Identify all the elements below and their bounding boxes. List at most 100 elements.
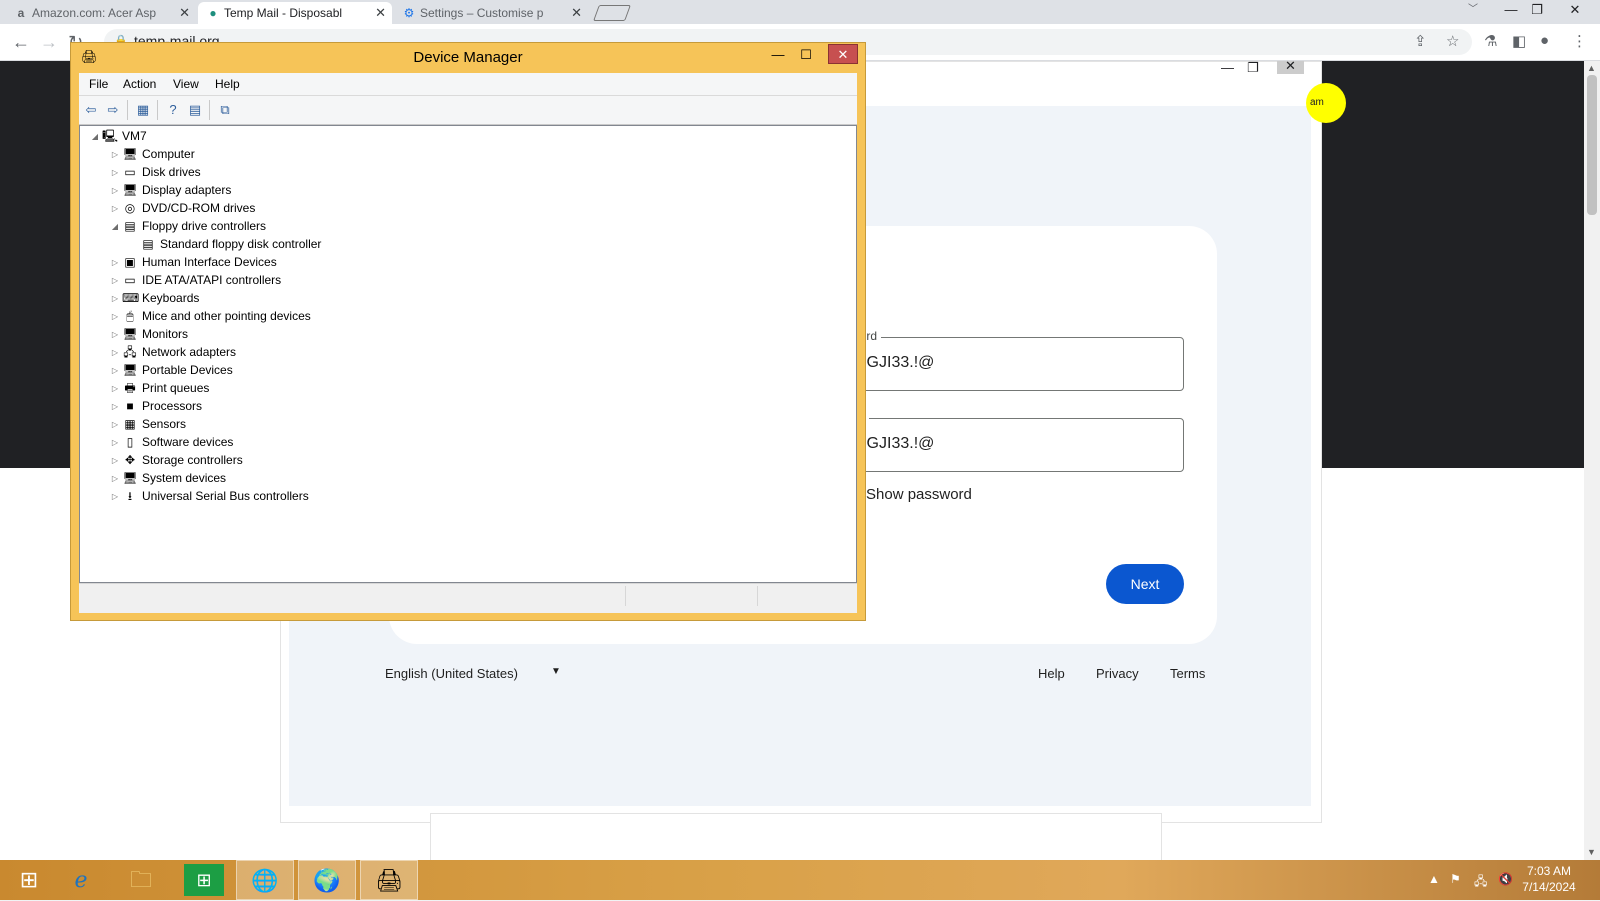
confirm-password-field[interactable]: rm RGJI33.!@ [830, 410, 1184, 472]
embedded-minimize-button[interactable]: — [1221, 61, 1234, 75]
new-tab-button[interactable] [593, 5, 631, 21]
back-arrow-icon[interactable]: ← [12, 32, 30, 52]
expand-icon[interactable]: ▷ [110, 434, 120, 451]
globe-app-icon[interactable]: 🌍 [298, 860, 356, 900]
status-bar [79, 583, 857, 608]
expand-icon[interactable]: ▷ [110, 272, 120, 289]
close-window-button[interactable]: ✕ [1562, 0, 1588, 20]
expand-icon[interactable]: ▷ [110, 398, 120, 415]
tab-title: Temp Mail - Disposabl [224, 6, 343, 20]
minimize-button[interactable]: — [765, 45, 791, 65]
bookmark-star-icon[interactable]: ☆ [1446, 32, 1459, 50]
expand-icon[interactable]: ▷ [110, 416, 120, 433]
category-icon: 🖥 [122, 471, 138, 485]
restore-button[interactable]: ❐ [1524, 0, 1550, 20]
tree-category-label: Portable Devices [142, 363, 233, 377]
category-icon: 🖥 [122, 183, 138, 197]
menu-action[interactable]: Action [123, 77, 156, 91]
password-value: RGJI33.!@ [855, 354, 935, 371]
tree-category-label: Storage controllers [142, 453, 243, 467]
scroll-up-icon[interactable]: ▲ [1587, 63, 1596, 73]
expand-icon[interactable]: ▷ [110, 146, 120, 163]
footer-help-link[interactable]: Help [1038, 666, 1065, 681]
expand-icon[interactable]: ▷ [110, 326, 120, 343]
help-icon[interactable]: ? [165, 102, 181, 118]
properties-icon[interactable]: ▤ [187, 102, 203, 118]
extensions-icon[interactable]: ⚗ [1484, 32, 1497, 50]
scan-hardware-icon[interactable]: ⧉ [217, 102, 233, 118]
expand-icon[interactable]: ▷ [110, 308, 120, 325]
action-center-flag-icon[interactable]: ⚑ [1450, 872, 1461, 886]
category-icon: ⭳ [127, 489, 133, 503]
avatar[interactable]: am [1306, 83, 1346, 123]
expand-icon[interactable]: ▷ [110, 290, 120, 307]
tab-search-icon[interactable]: ﹀ [1460, 0, 1486, 20]
tab-close-icon[interactable]: ✕ [179, 2, 190, 24]
side-panel-icon[interactable]: ◧ [1512, 32, 1526, 50]
menu-help[interactable]: Help [215, 77, 240, 91]
volume-muted-icon[interactable]: 🔇 [1498, 872, 1513, 886]
expand-icon[interactable]: ▷ [110, 488, 120, 505]
language-select[interactable]: English (United States) [385, 666, 518, 681]
tab-amazon[interactable]: a Amazon.com: Acer Asp ✕ [6, 2, 196, 24]
expand-icon[interactable]: ▷ [110, 344, 120, 361]
tree-category-label: Computer [142, 147, 195, 161]
window-title: Device Manager [413, 49, 523, 66]
tree-category-label: Monitors [142, 327, 189, 341]
start-icon[interactable]: ⊞ [0, 860, 58, 900]
share-icon[interactable]: ⇪ [1414, 32, 1427, 50]
expand-icon[interactable]: ▷ [110, 362, 120, 379]
tab-settings[interactable]: ⚙ Settings – Customise p ✕ [394, 2, 588, 24]
back-icon[interactable]: ⇦ [83, 102, 99, 118]
store-icon[interactable]: ⊞ [184, 864, 224, 896]
expand-icon[interactable]: ▷ [110, 182, 120, 199]
page-scrollbar[interactable]: ▲ ▼ [1584, 61, 1600, 860]
expand-icon[interactable]: ▷ [110, 452, 120, 469]
file-explorer-icon[interactable]: 🗀 [112, 860, 170, 900]
embedded-close-button[interactable]: ✕ [1277, 61, 1304, 74]
maximize-button[interactable]: ☐ [793, 45, 819, 65]
close-button[interactable]: ✕ [828, 44, 858, 64]
profile-icon[interactable]: ● [1540, 32, 1549, 49]
device-manager-client: File Action View Help ⇦ ⇨ ▦ ? ▤ ⧉ ◢ 🖳 VM… [79, 73, 857, 613]
device-manager-titlebar[interactable]: 🖨 Device Manager — ☐ ✕ [71, 43, 865, 72]
device-manager-icon[interactable]: 🖨 [360, 860, 418, 900]
show-password-checkbox-label[interactable]: Show password [866, 486, 972, 503]
forward-icon[interactable]: ⇨ [105, 102, 121, 118]
network-icon[interactable]: 🖧 [1474, 872, 1487, 893]
clock[interactable]: 7:03 AM 7/14/2024 [1514, 863, 1584, 895]
password-field[interactable]: word RGJI33.!@ [830, 329, 1184, 391]
tab-close-icon[interactable]: ✕ [571, 2, 582, 24]
collapse-icon[interactable]: ◢ [110, 218, 120, 235]
menu-view[interactable]: View [173, 77, 199, 91]
tree-category-label: Processors [142, 399, 203, 413]
tab-close-icon[interactable]: ✕ [375, 2, 386, 24]
tab-temp-mail[interactable]: ● Temp Mail - Disposabl ✕ [198, 2, 392, 24]
network-app-icon[interactable]: 🌐 [236, 860, 294, 900]
forward-arrow-icon[interactable]: → [40, 32, 58, 52]
tree-category-label: Disk drives [142, 165, 201, 179]
internet-explorer-icon[interactable]: ℯ [52, 860, 110, 900]
menu-kebab-icon[interactable]: ⋮ [1572, 32, 1587, 50]
toolbar-divider [127, 100, 128, 120]
collapse-icon[interactable]: ◢ [90, 128, 100, 145]
show-hide-console-tree-icon[interactable]: ▦ [135, 102, 151, 118]
scroll-down-icon[interactable]: ▼ [1587, 847, 1596, 857]
scroll-thumb[interactable] [1587, 75, 1597, 215]
footer-privacy-link[interactable]: Privacy [1096, 666, 1139, 681]
menu-file[interactable]: File [89, 77, 108, 91]
expand-icon[interactable]: ▷ [110, 380, 120, 397]
next-button[interactable]: Next [1106, 564, 1184, 604]
expand-icon[interactable]: ▷ [110, 164, 120, 181]
settings-favicon-icon: ⚙ [403, 6, 415, 20]
show-hidden-icons-icon[interactable]: ▲ [1428, 872, 1440, 886]
embedded-restore-button[interactable]: ❐ [1247, 61, 1259, 76]
device-tree[interactable]: ◢ 🖳 VM7 ▷ 🖥 Computer ▷ ▭ Disk drives ▷ 🖥 Display… [79, 125, 857, 583]
expand-icon[interactable]: ▷ [110, 254, 120, 271]
footer-terms-link[interactable]: Terms [1170, 666, 1205, 681]
minimize-button[interactable]: — [1498, 0, 1524, 20]
category-icon: ▦ [124, 417, 136, 431]
chevron-down-icon[interactable]: ▼ [551, 666, 561, 677]
expand-icon[interactable]: ▷ [110, 200, 120, 217]
expand-icon[interactable]: ▷ [110, 470, 120, 487]
